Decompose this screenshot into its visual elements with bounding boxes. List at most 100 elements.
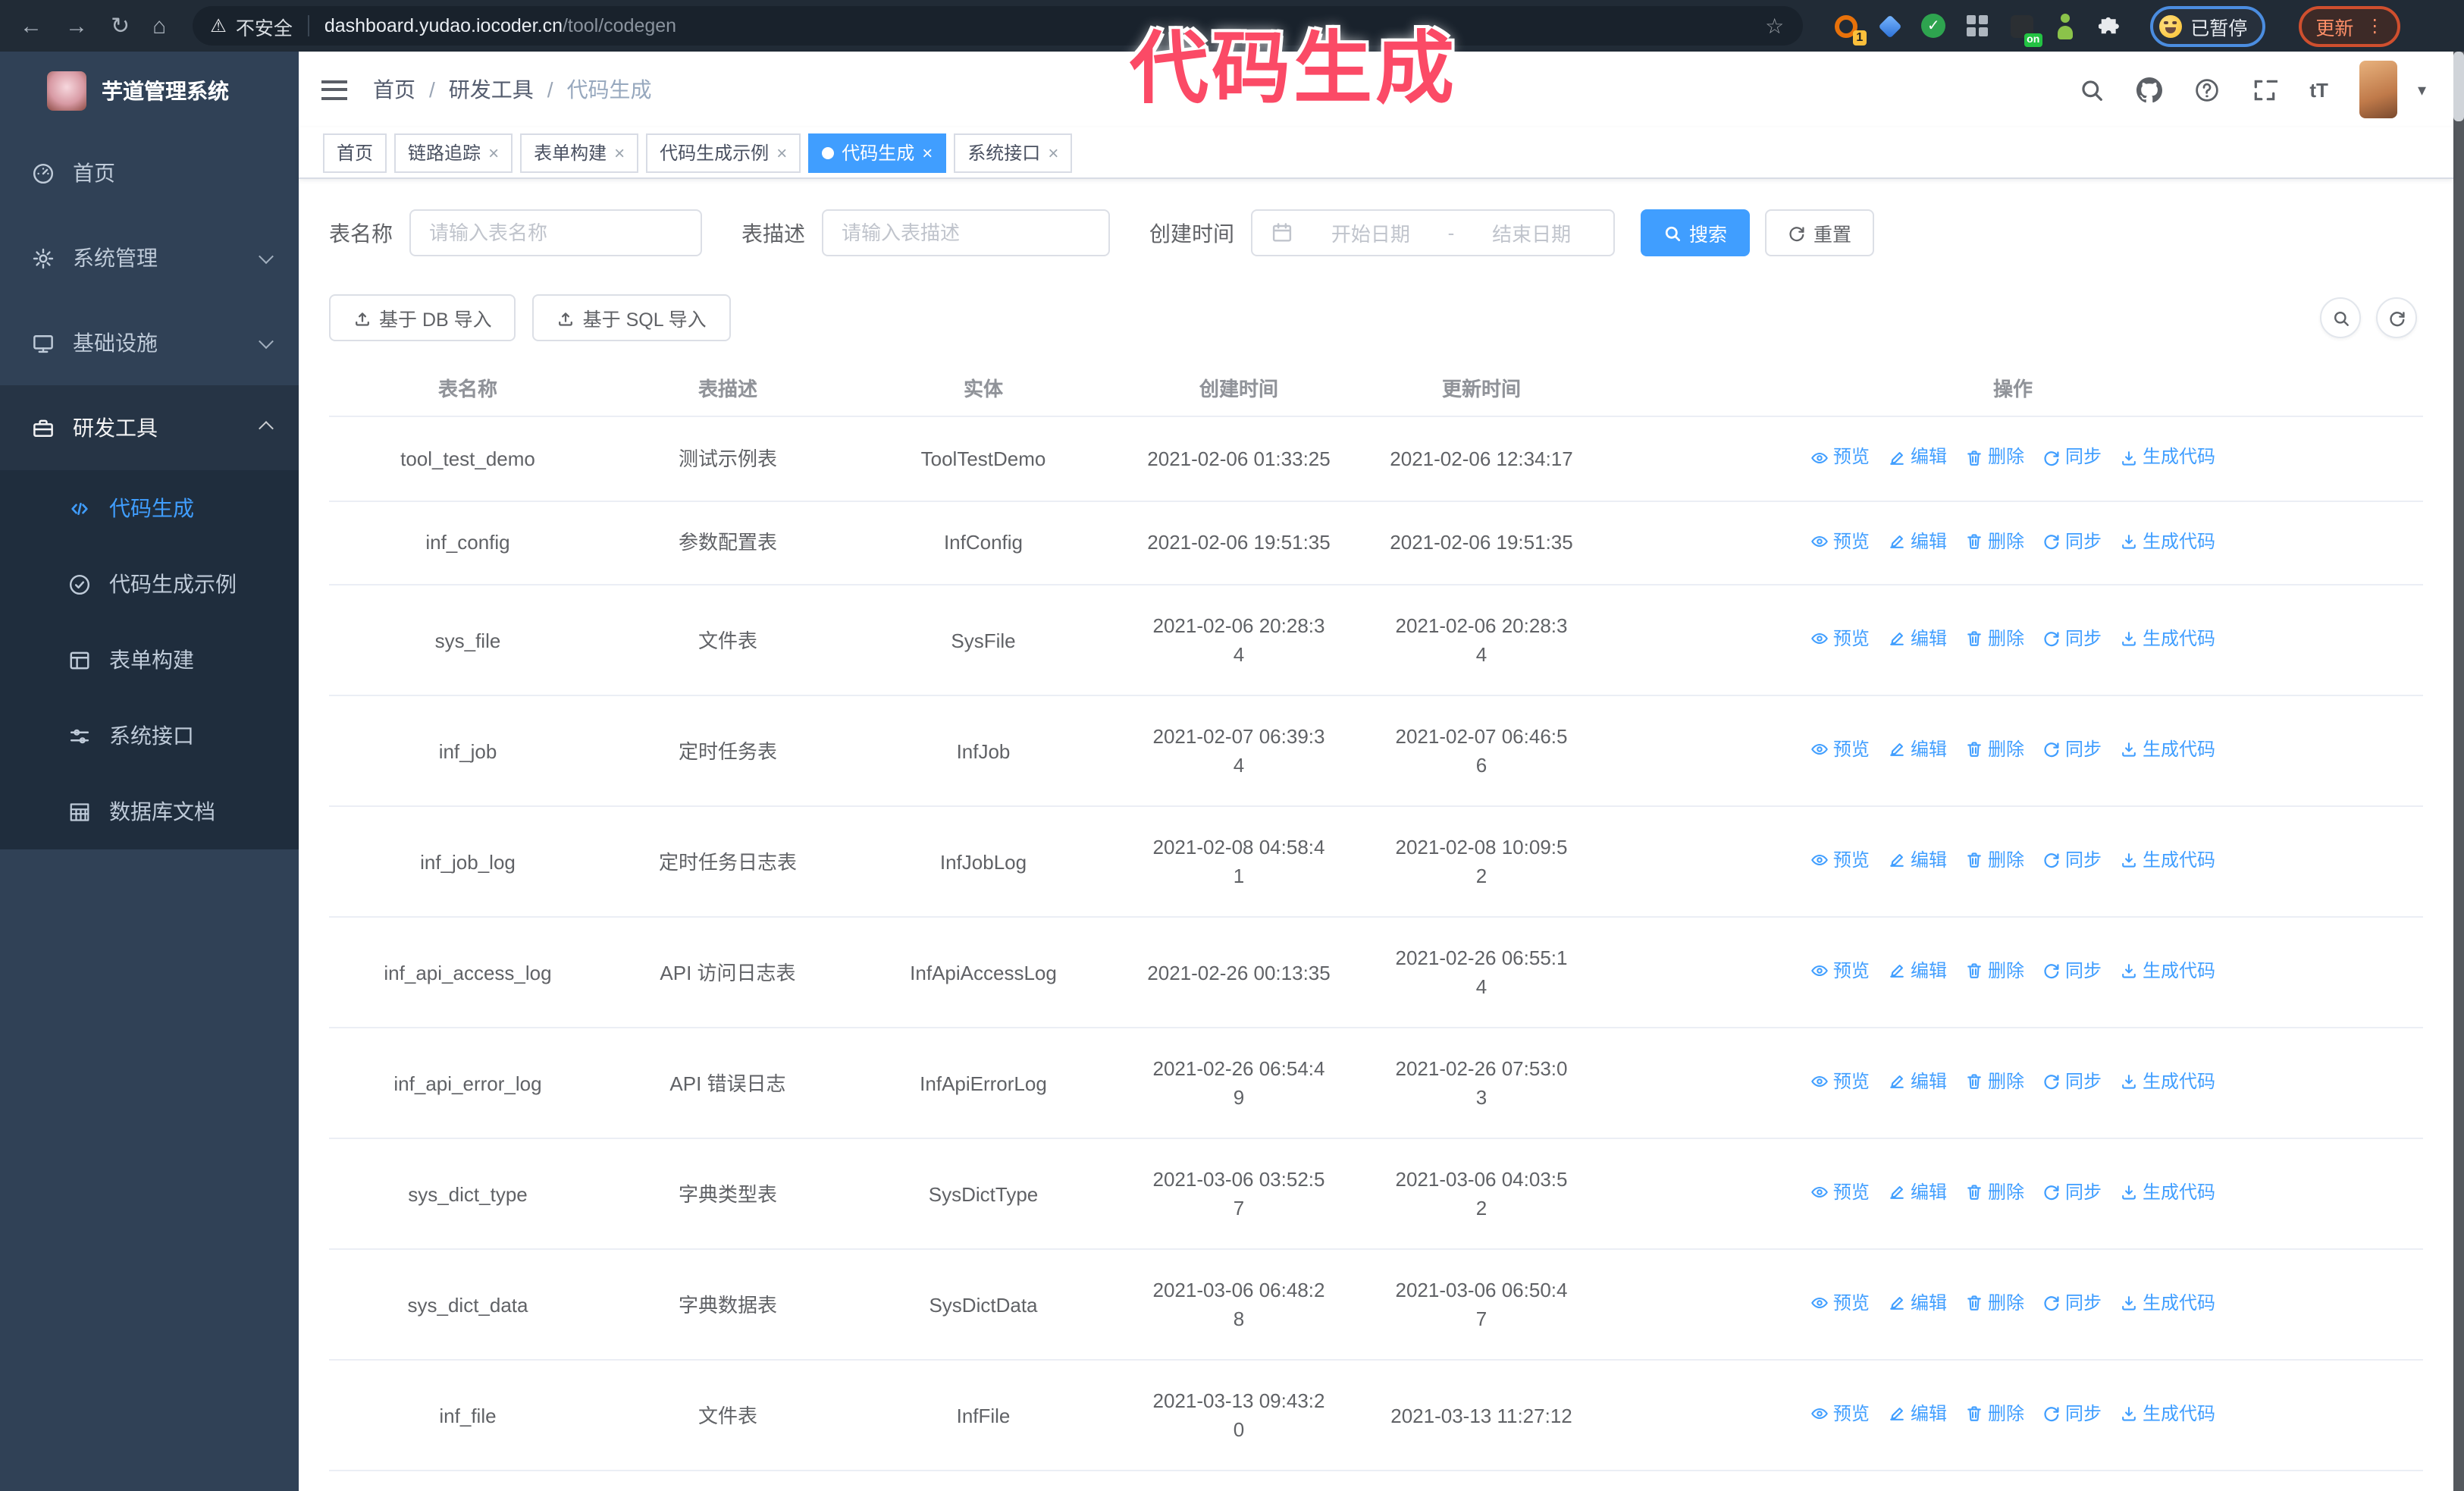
- help-icon[interactable]: [2194, 77, 2220, 102]
- action-generate-link[interactable]: 生成代码: [2120, 625, 2215, 654]
- action-delete-link[interactable]: 删除: [1965, 1400, 2024, 1429]
- action-delete-link[interactable]: 删除: [1965, 736, 2024, 764]
- action-edit-link[interactable]: 编辑: [1888, 846, 1947, 875]
- action-preview-link[interactable]: 预览: [1810, 625, 1870, 654]
- tab-5[interactable]: 系统接口 ×: [954, 133, 1073, 172]
- action-sync-link[interactable]: 同步: [2042, 443, 2102, 472]
- kebab-menu-icon[interactable]: ⋮: [2365, 15, 2384, 36]
- home-icon[interactable]: ⌂: [152, 13, 166, 39]
- action-sync-link[interactable]: 同步: [2042, 625, 2102, 654]
- action-edit-link[interactable]: 编辑: [1888, 1289, 1947, 1318]
- tab-1[interactable]: 链路追踪 ×: [394, 133, 513, 172]
- action-delete-link[interactable]: 删除: [1965, 1068, 2024, 1097]
- action-generate-link[interactable]: 生成代码: [2120, 736, 2215, 764]
- db-import-button[interactable]: 基于 DB 导入: [329, 294, 516, 341]
- action-delete-link[interactable]: 删除: [1965, 527, 2024, 556]
- action-generate-link[interactable]: 生成代码: [2120, 1068, 2215, 1097]
- action-edit-link[interactable]: 编辑: [1888, 527, 1947, 556]
- sidebar-subitem-2[interactable]: 表单构建: [0, 622, 299, 698]
- fullscreen-icon[interactable]: [2252, 77, 2278, 102]
- action-sync-link[interactable]: 同步: [2042, 527, 2102, 556]
- action-delete-link[interactable]: 删除: [1965, 443, 2024, 472]
- sidebar-subitem-0[interactable]: 代码生成: [0, 470, 299, 546]
- extension-grid-icon[interactable]: [1964, 13, 1990, 39]
- action-generate-link[interactable]: 生成代码: [2120, 1400, 2215, 1429]
- action-preview-link[interactable]: 预览: [1810, 846, 1870, 875]
- forward-icon[interactable]: →: [65, 13, 88, 39]
- action-delete-link[interactable]: 删除: [1965, 1179, 2024, 1207]
- breadcrumb-devtools[interactable]: 研发工具: [449, 74, 534, 105]
- action-delete-link[interactable]: 删除: [1965, 1289, 2024, 1318]
- search-button[interactable]: 搜索: [1641, 209, 1751, 256]
- extension-gem-icon[interactable]: [1876, 13, 1902, 39]
- action-preview-link[interactable]: 预览: [1810, 443, 1870, 472]
- action-generate-link[interactable]: 生成代码: [2120, 443, 2215, 472]
- action-sync-link[interactable]: 同步: [2042, 846, 2102, 875]
- action-sync-link[interactable]: 同步: [2042, 1179, 2102, 1207]
- font-size-icon[interactable]: tT: [2309, 78, 2328, 101]
- action-sync-link[interactable]: 同步: [2042, 1400, 2102, 1429]
- close-icon[interactable]: ×: [1048, 142, 1058, 163]
- breadcrumb-home[interactable]: 首页: [373, 74, 415, 105]
- sidebar-subitem-1[interactable]: 代码生成示例: [0, 546, 299, 622]
- paused-badge[interactable]: 已暂停: [2149, 5, 2266, 46]
- extension-on-icon[interactable]: on: [2008, 13, 2042, 46]
- scrollbar-thumb[interactable]: [2453, 52, 2464, 121]
- action-edit-link[interactable]: 编辑: [1888, 1400, 1947, 1429]
- reload-icon[interactable]: ↻: [111, 12, 130, 39]
- hamburger-icon[interactable]: [321, 80, 347, 99]
- reset-button[interactable]: 重置: [1765, 209, 1875, 256]
- action-sync-link[interactable]: 同步: [2042, 957, 2102, 986]
- action-edit-link[interactable]: 编辑: [1888, 736, 1947, 764]
- github-icon[interactable]: [2136, 77, 2163, 102]
- action-generate-link[interactable]: 生成代码: [2120, 1179, 2215, 1207]
- extension-check-icon[interactable]: ✓: [1920, 13, 1946, 39]
- sidebar-item-1[interactable]: 系统管理: [0, 215, 299, 300]
- action-preview-link[interactable]: 预览: [1810, 1400, 1870, 1429]
- action-sync-link[interactable]: 同步: [2042, 1289, 2102, 1318]
- action-generate-link[interactable]: 生成代码: [2120, 1289, 2215, 1318]
- action-edit-link[interactable]: 编辑: [1888, 1068, 1947, 1097]
- action-edit-link[interactable]: 编辑: [1888, 957, 1947, 986]
- action-edit-link[interactable]: 编辑: [1888, 1179, 1947, 1207]
- sidebar-item-3[interactable]: 研发工具: [0, 385, 299, 470]
- toggle-search-button[interactable]: [2320, 297, 2361, 338]
- table-desc-input[interactable]: [822, 209, 1110, 256]
- close-icon[interactable]: ×: [488, 142, 499, 163]
- action-edit-link[interactable]: 编辑: [1888, 625, 1947, 654]
- action-generate-link[interactable]: 生成代码: [2120, 957, 2215, 986]
- search-icon[interactable]: [2079, 77, 2105, 102]
- sql-import-button[interactable]: 基于 SQL 导入: [532, 294, 731, 341]
- extension-orange-icon[interactable]: 1: [1832, 13, 1867, 45]
- action-preview-link[interactable]: 预览: [1810, 957, 1870, 986]
- table-name-input[interactable]: [409, 209, 702, 256]
- action-delete-link[interactable]: 删除: [1965, 625, 2024, 654]
- refresh-table-button[interactable]: [2376, 297, 2417, 338]
- tab-2[interactable]: 表单构建 ×: [520, 133, 639, 172]
- extension-figure-icon[interactable]: [2052, 13, 2078, 39]
- action-sync-link[interactable]: 同步: [2042, 736, 2102, 764]
- close-icon[interactable]: ×: [776, 142, 787, 163]
- sidebar-subitem-3[interactable]: 系统接口: [0, 698, 299, 774]
- bookmark-star-icon[interactable]: ☆: [1765, 13, 1784, 39]
- page-scrollbar[interactable]: [2453, 52, 2464, 1491]
- action-preview-link[interactable]: 预览: [1810, 1179, 1870, 1207]
- tab-0[interactable]: 首页: [323, 133, 387, 172]
- action-delete-link[interactable]: 删除: [1965, 846, 2024, 875]
- tab-4[interactable]: 代码生成 ×: [808, 133, 947, 172]
- sidebar-subitem-4[interactable]: 数据库文档: [0, 774, 299, 849]
- address-bar[interactable]: ⚠ 不安全 dashboard.yudao.iocoder.cn/tool/co…: [192, 6, 1803, 46]
- action-delete-link[interactable]: 删除: [1965, 957, 2024, 986]
- action-preview-link[interactable]: 预览: [1810, 527, 1870, 556]
- action-preview-link[interactable]: 预览: [1810, 1068, 1870, 1097]
- avatar[interactable]: [2359, 61, 2398, 118]
- extensions-puzzle-icon[interactable]: [2096, 13, 2122, 39]
- back-icon[interactable]: ←: [20, 13, 42, 39]
- date-range-input[interactable]: 开始日期 - 结束日期: [1251, 209, 1615, 256]
- sidebar-item-0[interactable]: 首页: [0, 130, 299, 215]
- app-logo[interactable]: 芋道管理系统: [0, 52, 299, 130]
- tab-3[interactable]: 代码生成示例 ×: [646, 133, 801, 172]
- close-icon[interactable]: ×: [614, 142, 625, 163]
- action-edit-link[interactable]: 编辑: [1888, 443, 1947, 472]
- action-generate-link[interactable]: 生成代码: [2120, 846, 2215, 875]
